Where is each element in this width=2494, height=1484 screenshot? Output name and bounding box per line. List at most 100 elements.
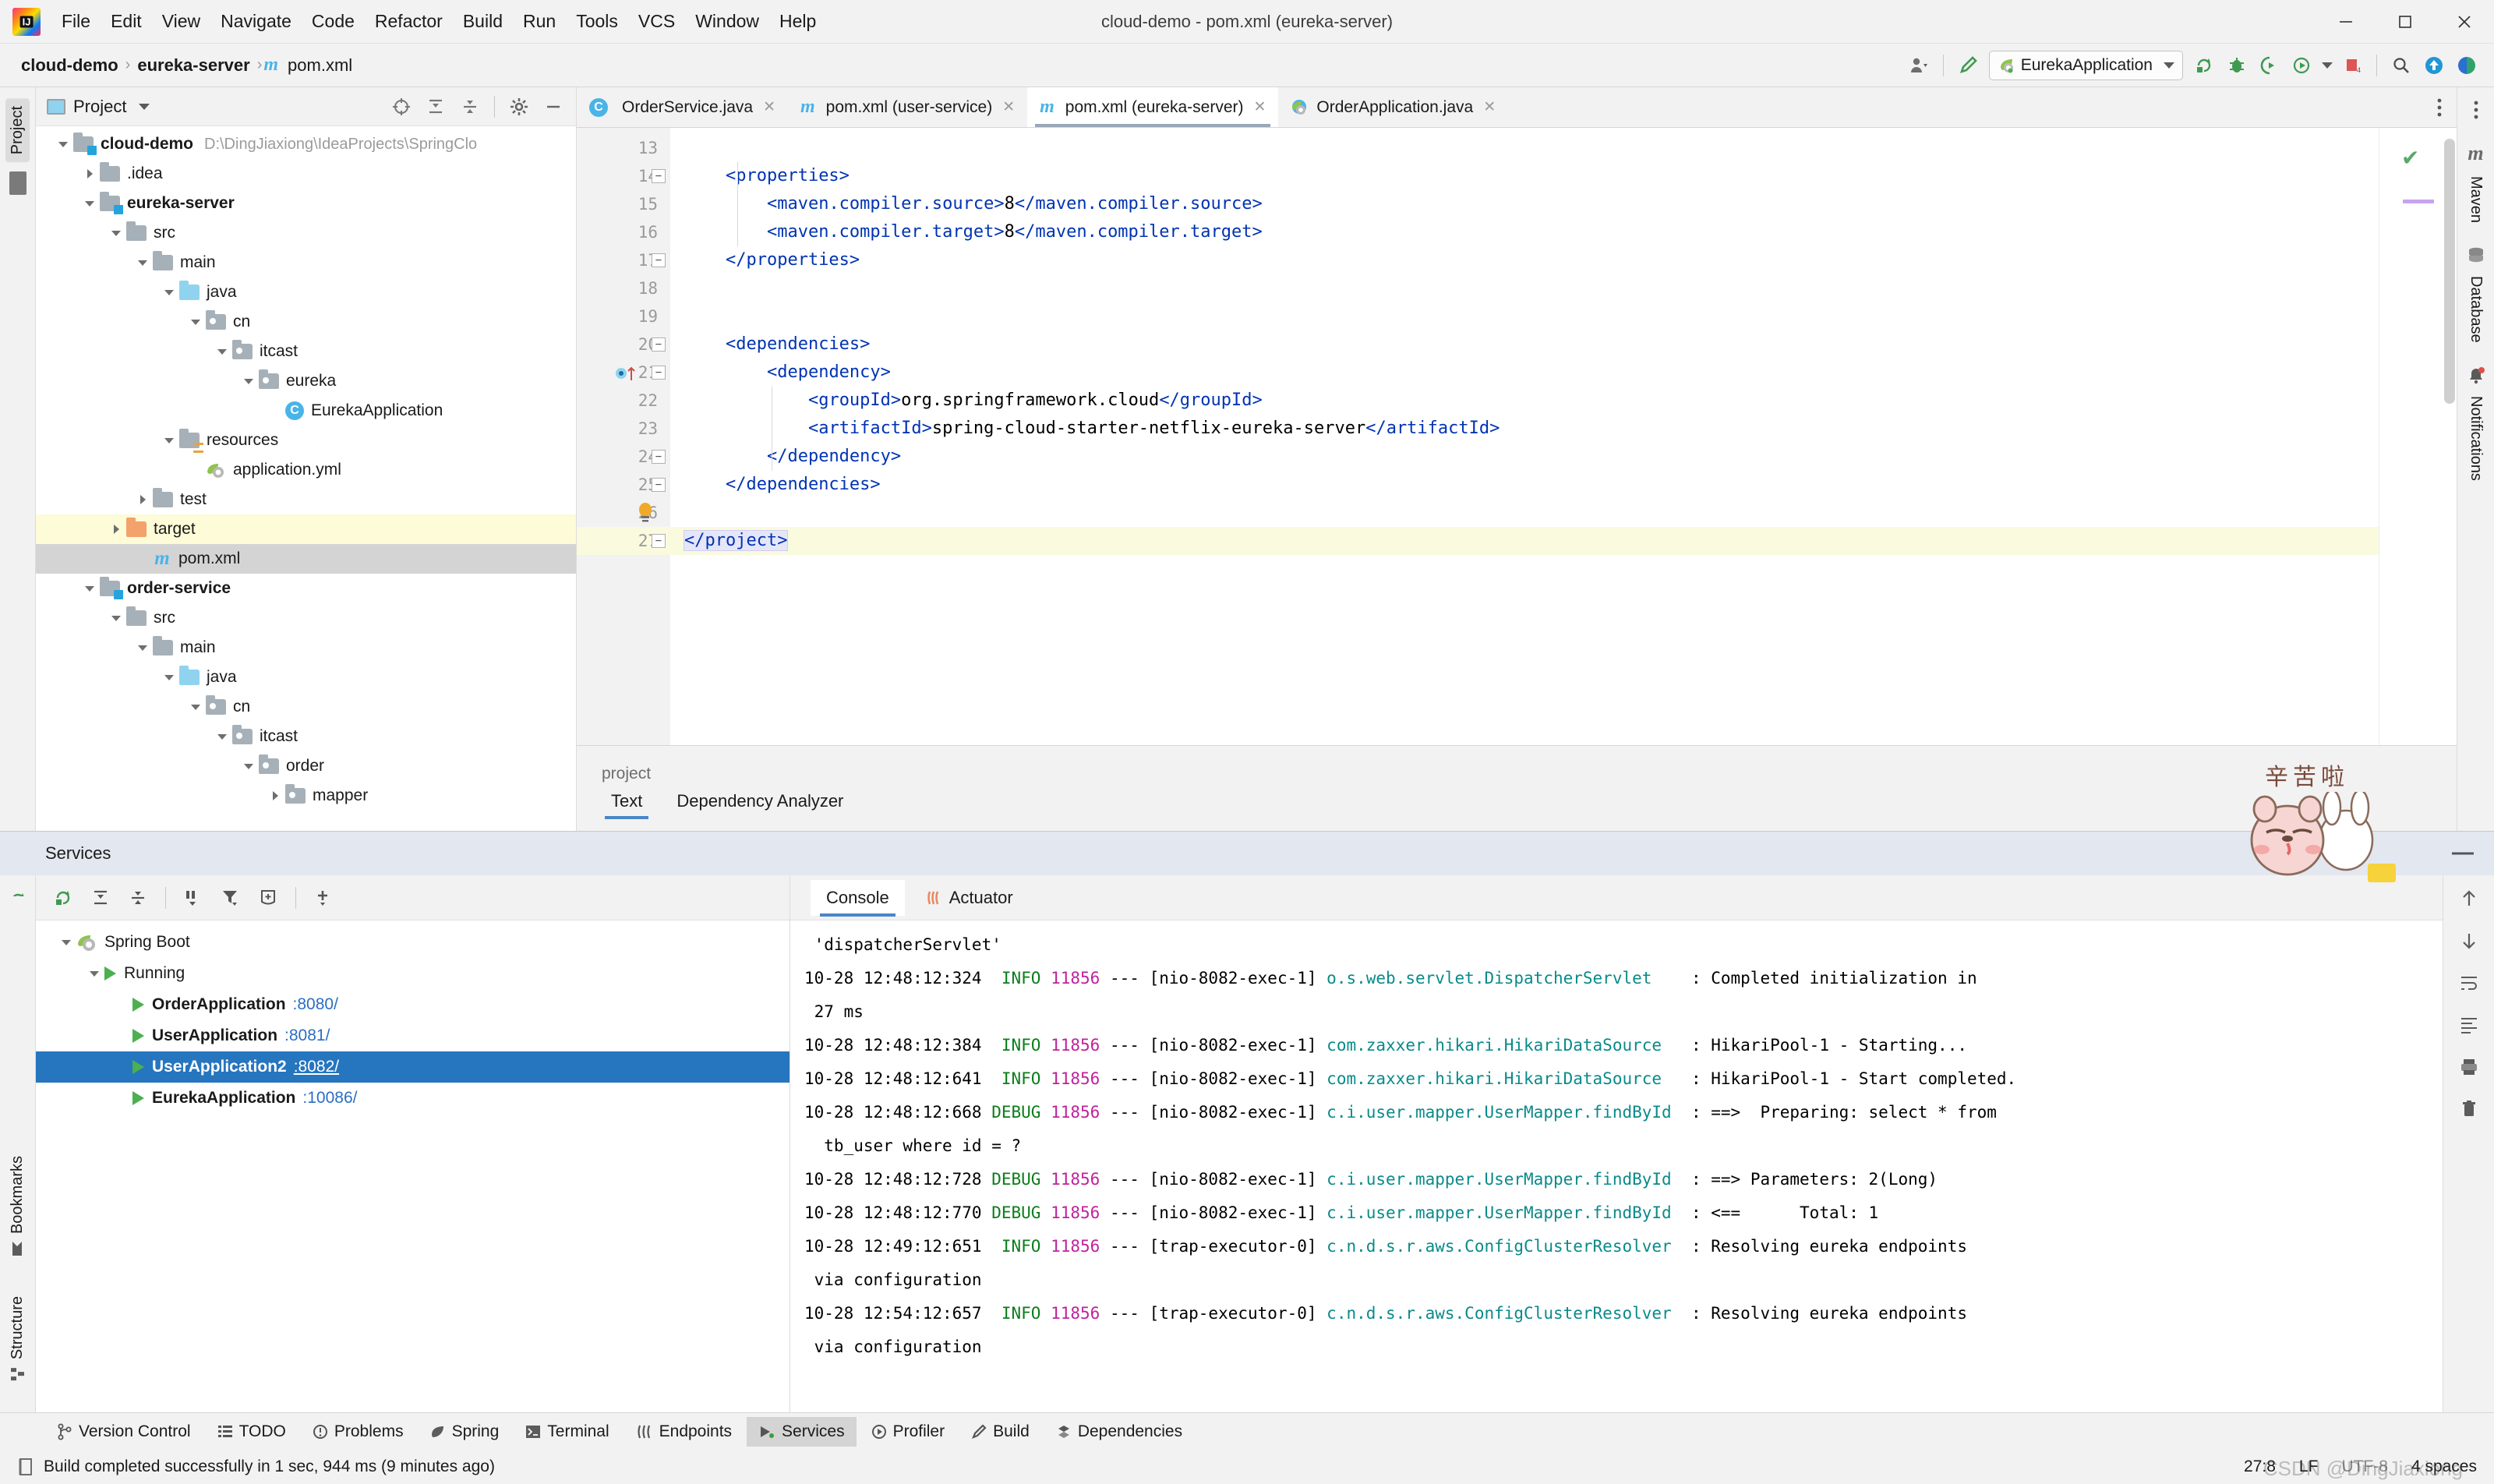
menu-navigate[interactable]: Navigate: [210, 6, 302, 37]
hide-panel-icon[interactable]: [537, 90, 570, 123]
service-port-link[interactable]: :8080/: [293, 995, 338, 1014]
hammer-build-icon[interactable]: [1952, 49, 1984, 82]
menu-build[interactable]: Build: [453, 6, 513, 37]
tab-text[interactable]: Text: [594, 786, 659, 819]
gutter-line-23[interactable]: 23: [577, 415, 670, 443]
toolwindow-button-problems[interactable]: Problems: [301, 1417, 415, 1447]
indent-setting[interactable]: 4 spaces: [2411, 1458, 2477, 1476]
project-tree-item-target[interactable]: target: [36, 514, 576, 544]
code-line-27[interactable]: </project>: [670, 527, 2379, 555]
chevron-down-icon[interactable]: [139, 103, 150, 110]
menu-file[interactable]: File: [51, 6, 101, 37]
gutter-line-19[interactable]: 19: [577, 302, 670, 330]
trash-icon[interactable]: [2458, 1098, 2480, 1120]
menu-tools[interactable]: Tools: [566, 6, 628, 37]
gutter-line-22[interactable]: 22: [577, 387, 670, 415]
fold-collapse-icon[interactable]: −: [652, 478, 666, 492]
chevron-down-icon[interactable]: [2319, 49, 2336, 82]
code-line-24[interactable]: </dependency>: [670, 443, 2379, 471]
editor-options-icon[interactable]: [2473, 95, 2479, 125]
code-line-25[interactable]: </dependencies>: [670, 471, 2379, 499]
close-icon[interactable]: ✕: [1254, 98, 1266, 116]
toolwindow-button-todo[interactable]: TODO: [206, 1417, 298, 1447]
filter-icon[interactable]: [214, 882, 247, 914]
chevron-down-icon[interactable]: [79, 200, 100, 207]
project-tree-item-resources[interactable]: resources: [36, 426, 576, 455]
menu-window[interactable]: Window: [685, 6, 769, 37]
sidebar-tab-structure[interactable]: Structure: [5, 1288, 30, 1390]
code-line-16[interactable]: <maven.compiler.target>8</maven.compiler…: [670, 218, 2379, 246]
close-button[interactable]: [2435, 0, 2494, 44]
code-line-19[interactable]: [670, 302, 2379, 330]
ide-assistant-icon[interactable]: [2450, 49, 2483, 82]
project-tree-item-cn[interactable]: cn: [36, 692, 576, 722]
project-tree-item--idea[interactable]: .idea: [36, 159, 576, 189]
chevron-down-icon[interactable]: [53, 141, 73, 147]
code-line-17[interactable]: </properties>: [670, 246, 2379, 274]
collapse-all-icon[interactable]: [122, 882, 154, 914]
menu-vcs[interactable]: VCS: [628, 6, 685, 37]
service-port-link[interactable]: :10086/: [302, 1089, 357, 1108]
chevron-right-icon[interactable]: [132, 495, 153, 504]
fold-expand-icon[interactable]: −: [652, 337, 666, 352]
sidebar-tab-maven[interactable]: m Maven: [2465, 136, 2486, 229]
project-tree-item-java[interactable]: java: [36, 277, 576, 307]
menu-view[interactable]: View: [152, 6, 210, 37]
gutter-line-16[interactable]: 16: [577, 218, 670, 246]
soft-wrap-icon[interactable]: [2458, 972, 2480, 994]
toolwindow-button-endpoints[interactable]: Endpoints: [624, 1417, 744, 1447]
chevron-down-icon[interactable]: [159, 289, 179, 295]
project-tree-item-order[interactable]: order: [36, 751, 576, 781]
editor-tab-orderservice-java[interactable]: C OrderService.java ✕: [577, 87, 788, 127]
toolwindow-button-dependencies[interactable]: Dependencies: [1044, 1417, 1194, 1447]
toolwindow-button-build[interactable]: Build: [959, 1417, 1041, 1447]
code-line-15[interactable]: <maven.compiler.source>8</maven.compiler…: [670, 190, 2379, 218]
chevron-right-icon[interactable]: [265, 791, 285, 800]
menu-help[interactable]: Help: [769, 6, 826, 37]
tab-dependency-analyzer[interactable]: Dependency Analyzer: [659, 786, 860, 816]
fold-expand-icon[interactable]: −: [652, 366, 666, 380]
code-line-13[interactable]: [670, 134, 2379, 162]
project-tree-item-itcast[interactable]: itcast: [36, 337, 576, 366]
tab-console[interactable]: Console: [811, 879, 905, 917]
fold-expand-icon[interactable]: −: [652, 169, 666, 183]
show-config-icon[interactable]: [252, 882, 284, 914]
fold-collapse-icon[interactable]: −: [652, 253, 666, 267]
chevron-right-icon[interactable]: [79, 169, 100, 178]
project-tree-item-cn[interactable]: cn: [36, 307, 576, 337]
update-project-icon[interactable]: [2418, 49, 2450, 82]
toolwindow-button-terminal[interactable]: Terminal: [514, 1417, 620, 1447]
caret-position[interactable]: 27:8: [2244, 1458, 2276, 1476]
chevron-down-icon[interactable]: [238, 378, 259, 384]
expand-all-icon[interactable]: [419, 90, 452, 123]
chevron-down-icon[interactable]: [185, 319, 206, 325]
editor-tab-pom-xml--user-service-[interactable]: m pom.xml (user-service) ✕: [788, 87, 1027, 127]
print-icon[interactable]: [2458, 1056, 2480, 1078]
close-icon[interactable]: ✕: [1483, 98, 1496, 116]
search-icon[interactable]: [2385, 49, 2418, 82]
intention-bulb-icon[interactable]: [638, 502, 653, 524]
profiler-icon[interactable]: [2286, 49, 2319, 82]
code-line-20[interactable]: <dependencies>: [670, 330, 2379, 359]
services-tree-item-userapplication[interactable]: UserApplication:8081/: [36, 1020, 790, 1051]
maximize-button[interactable]: [2376, 0, 2435, 44]
add-service-icon[interactable]: [307, 882, 340, 914]
code-line-14[interactable]: <properties>: [670, 162, 2379, 190]
services-tree-item-running[interactable]: Running: [36, 958, 790, 989]
project-tree-item-src[interactable]: src: [36, 218, 576, 248]
run-gutter-icon[interactable]: [614, 365, 641, 382]
chevron-down-icon[interactable]: [56, 939, 76, 945]
line-separator[interactable]: LF: [2299, 1458, 2319, 1476]
project-tree-item-itcast[interactable]: itcast: [36, 722, 576, 751]
sidebar-tab-database[interactable]: Database: [2465, 240, 2487, 349]
project-tree-item-eurekaapplication[interactable]: C EurekaApplication: [36, 396, 576, 426]
service-port-link[interactable]: :8081/: [284, 1026, 330, 1045]
user-avatar-icon[interactable]: [1902, 49, 1935, 82]
code-line-23[interactable]: <artifactId>spring-cloud-starter-netflix…: [670, 415, 2379, 443]
menu-code[interactable]: Code: [302, 6, 365, 37]
chevron-down-icon[interactable]: [132, 260, 153, 266]
gutter-line-18[interactable]: 18: [577, 274, 670, 302]
project-tree-item-main[interactable]: main: [36, 248, 576, 277]
code-line-18[interactable]: [670, 274, 2379, 302]
stop-icon[interactable]: 4: [2336, 49, 2369, 82]
